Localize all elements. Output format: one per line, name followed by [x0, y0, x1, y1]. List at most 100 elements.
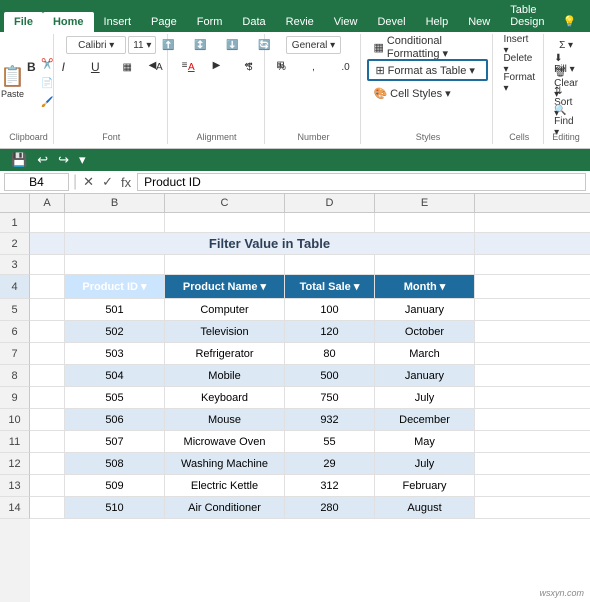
cell-a5[interactable] [30, 299, 65, 320]
cell-b4[interactable]: Product ID ▾ [65, 275, 165, 298]
col-header-b[interactable]: B [65, 194, 165, 212]
cell-e12[interactable]: July [375, 453, 475, 474]
tab-developer[interactable]: Devel [367, 12, 415, 32]
cell-a10[interactable] [30, 409, 65, 430]
cell-a6[interactable] [30, 321, 65, 342]
row-header-6[interactable]: 6 [0, 321, 30, 343]
cell-e9[interactable]: July [375, 387, 475, 408]
col-header-a[interactable]: A [30, 194, 65, 212]
cell-d4[interactable]: Total Sale ▾ [285, 275, 375, 298]
tab-review[interactable]: Revie [276, 12, 324, 32]
save-button[interactable]: 💾 [8, 151, 30, 169]
tab-page[interactable]: Page [141, 12, 187, 32]
cell-a11[interactable] [30, 431, 65, 452]
cell-d8[interactable]: 500 [285, 365, 375, 386]
tab-insert[interactable]: Insert [94, 12, 142, 32]
cell-e8[interactable]: January [375, 365, 475, 386]
cell-d12[interactable]: 29 [285, 453, 375, 474]
cell-a12[interactable] [30, 453, 65, 474]
cell-b3[interactable] [65, 255, 165, 274]
cell-c1[interactable] [165, 213, 285, 232]
cell-c5[interactable]: Computer [165, 299, 285, 320]
cell-a13[interactable] [30, 475, 65, 496]
cell-e1[interactable] [375, 213, 475, 232]
cell-c11[interactable]: Microwave Oven [165, 431, 285, 452]
cell-d5[interactable]: 100 [285, 299, 375, 320]
cell-a9[interactable] [30, 387, 65, 408]
tab-home[interactable]: Home [43, 12, 94, 32]
cell-e3[interactable] [375, 255, 475, 274]
format-cells-button[interactable]: Format ▾ [499, 74, 539, 92]
row-header-9[interactable]: 9 [0, 387, 30, 409]
cancel-formula-button[interactable]: ✕ [81, 174, 96, 190]
col-header-e[interactable]: E [375, 194, 475, 212]
cell-e14[interactable]: August [375, 497, 475, 518]
cell-e6[interactable]: October [375, 321, 475, 342]
row-header-2[interactable]: 2 [0, 233, 30, 255]
row-header-1[interactable]: 1 [0, 213, 30, 233]
cell-b7[interactable]: 503 [65, 343, 165, 364]
tab-view[interactable]: View [324, 12, 368, 32]
font-face-selector[interactable]: Calibri ▾ [66, 36, 126, 54]
cell-a3[interactable] [30, 255, 65, 274]
cell-b6[interactable]: 502 [65, 321, 165, 342]
italic-button[interactable]: I [48, 58, 78, 76]
tab-form[interactable]: Form [187, 12, 233, 32]
row-header-4[interactable]: 4 [0, 275, 30, 299]
confirm-formula-button[interactable]: ✓ [100, 174, 115, 190]
cell-d9[interactable]: 750 [285, 387, 375, 408]
row-header-11[interactable]: 11 [0, 431, 30, 453]
cell-d1[interactable] [285, 213, 375, 232]
align-top-button[interactable]: ⬆️ [154, 36, 184, 54]
insert-cells-button[interactable]: Insert ▾ [499, 36, 539, 54]
currency-button[interactable]: $ [234, 58, 264, 76]
underline-button[interactable]: U [80, 58, 110, 76]
cell-b1[interactable] [65, 213, 165, 232]
cell-c4[interactable]: Product Name ▾ [165, 275, 285, 298]
cell-a7[interactable] [30, 343, 65, 364]
cell-d13[interactable]: 312 [285, 475, 375, 496]
cell-d10[interactable]: 932 [285, 409, 375, 430]
tab-data[interactable]: Data [232, 12, 275, 32]
formula-input[interactable] [137, 173, 586, 191]
row-header-12[interactable]: 12 [0, 453, 30, 475]
cell-d6[interactable]: 120 [285, 321, 375, 342]
row-header-13[interactable]: 13 [0, 475, 30, 497]
cell-a8[interactable] [30, 365, 65, 386]
find-select-button[interactable]: 🔍 Find ▾ [550, 112, 582, 130]
row-header-3[interactable]: 3 [0, 255, 30, 275]
delete-cells-button[interactable]: Delete ▾ [499, 55, 539, 73]
name-box[interactable] [4, 173, 69, 191]
tell-me-input[interactable]: Tell me [584, 0, 590, 32]
tab-file[interactable]: File [4, 12, 43, 32]
conditional-formatting-button[interactable]: ▦ Conditional Formatting ▾ [367, 36, 488, 58]
cell-b8[interactable]: 504 [65, 365, 165, 386]
cell-e10[interactable]: December [375, 409, 475, 430]
cell-a1[interactable] [30, 213, 65, 232]
row-header-7[interactable]: 7 [0, 343, 30, 365]
cell-d14[interactable]: 280 [285, 497, 375, 518]
insert-function-button[interactable]: fx [119, 175, 133, 190]
cell-c8[interactable]: Mobile [165, 365, 285, 386]
title-cell[interactable]: Filter Value in Table [65, 233, 475, 254]
bold-button[interactable]: B [16, 58, 46, 76]
cell-b14[interactable]: 510 [65, 497, 165, 518]
row-header-14[interactable]: 14 [0, 497, 30, 519]
cell-e5[interactable]: January [375, 299, 475, 320]
cell-e4[interactable]: Month ▾ [375, 275, 475, 298]
cell-styles-button[interactable]: 🎨 Cell Styles ▾ [367, 82, 488, 104]
cell-b11[interactable]: 507 [65, 431, 165, 452]
tab-help[interactable]: Help [416, 12, 459, 32]
cell-b10[interactable]: 506 [65, 409, 165, 430]
row-header-8[interactable]: 8 [0, 365, 30, 387]
cell-d3[interactable] [285, 255, 375, 274]
cell-a14[interactable] [30, 497, 65, 518]
col-header-d[interactable]: D [285, 194, 375, 212]
align-left-button[interactable]: ◀ [138, 56, 168, 74]
align-right-button[interactable]: ▶ [202, 56, 232, 74]
format-as-table-button[interactable]: ⊞ Format as Table ▾ [367, 59, 488, 81]
tab-new[interactable]: New [458, 12, 500, 32]
cell-d11[interactable]: 55 [285, 431, 375, 452]
cell-c9[interactable]: Keyboard [165, 387, 285, 408]
tell-me-icon[interactable]: 💡 [554, 11, 584, 32]
